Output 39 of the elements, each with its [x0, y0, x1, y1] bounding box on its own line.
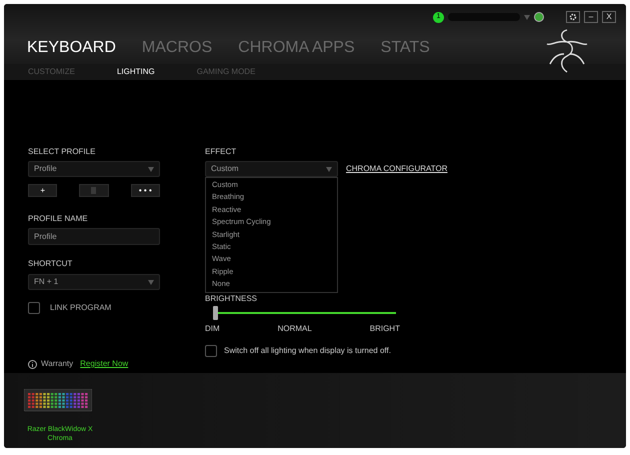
settings-button[interactable] [566, 11, 580, 23]
chroma-configurator-link[interactable]: CHROMA CONFIGURATOR [346, 163, 448, 175]
register-link[interactable]: Register Now [80, 358, 128, 370]
effect-dropdown[interactable]: Custom [205, 161, 338, 177]
checkbox[interactable] [28, 302, 40, 314]
minimize-button[interactable]: – [584, 11, 598, 23]
globe-icon [534, 12, 544, 22]
info-icon [28, 360, 37, 368]
section-label: PROFILE NAME [28, 215, 89, 223]
main-tab[interactable]: KEYBOARD [27, 40, 116, 56]
section-label: BRIGHTNESS [205, 294, 258, 303]
more-button[interactable]: • • • [130, 184, 160, 197]
checkbox-label: Switch off all lighting when display is turned off. [224, 344, 391, 357]
checkbox-label: LINK PROGRAM [50, 302, 112, 314]
trash-icon [91, 187, 96, 194]
dropdown-value: Custom [211, 163, 239, 175]
dropdown-value: FN + 1 [34, 276, 58, 288]
dropdown-value: Profile [34, 163, 57, 175]
section-label: SHORTCUT [28, 260, 74, 268]
caret-icon [326, 166, 332, 172]
brightness-slider[interactable] [213, 306, 396, 320]
slider-tick-label: BRIGHT [370, 324, 400, 333]
add-button[interactable]: + [28, 184, 58, 197]
caret-icon [148, 166, 154, 172]
slider-thumb[interactable] [213, 306, 218, 320]
shortcut-dropdown[interactable]: FN + 1 [28, 274, 160, 290]
caret-icon [524, 14, 530, 20]
slider-tick-label: NORMAL [278, 324, 312, 333]
close-button[interactable]: X [602, 11, 616, 23]
slider-tick-label: DIM [205, 324, 220, 333]
warranty-label: Warranty [41, 358, 74, 370]
caret-icon [148, 280, 154, 284]
checkbox[interactable] [205, 344, 217, 357]
sub-tab[interactable]: LIGHTING [116, 68, 155, 76]
profile-name-field[interactable]: Profile [28, 228, 160, 245]
section-label: SELECT PROFILE [28, 148, 96, 156]
profile-dropdown[interactable]: Profile [28, 161, 160, 177]
gear-icon [569, 13, 577, 21]
section-label: EFFECT [205, 148, 238, 156]
